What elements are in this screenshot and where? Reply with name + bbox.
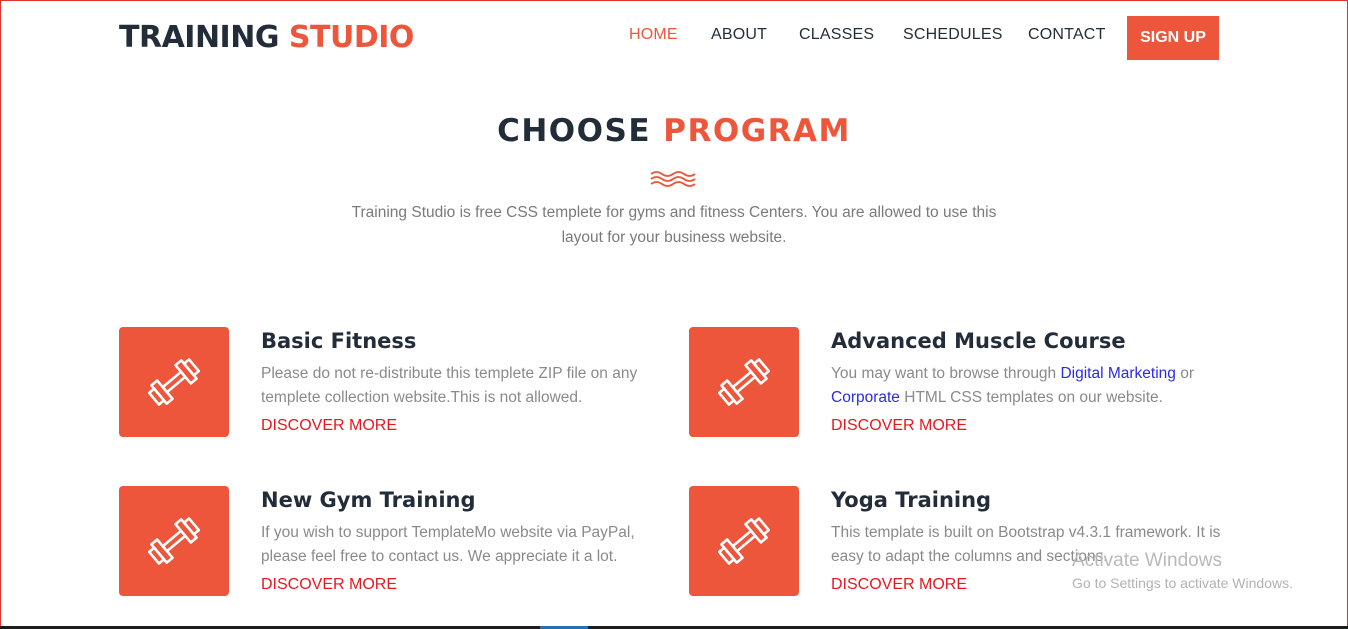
program-title: New Gym Training [261, 488, 476, 512]
program-tile [689, 486, 799, 596]
dumbbell-icon [148, 515, 200, 567]
program-desc-line: Corporate HTML CSS templates on our webs… [831, 386, 1221, 410]
activate-windows-subtitle: Go to Settings to activate Windows. [1072, 575, 1293, 591]
intro-line-1: Training Studio is free CSS templete for… [351, 204, 997, 221]
digital-marketing-link[interactable]: Digital Marketing [1060, 365, 1175, 382]
waves-icon [650, 171, 696, 187]
dumbbell-icon [718, 515, 770, 567]
discover-more-link[interactable]: DISCOVER MORE [831, 417, 967, 435]
program-card-new-gym: New Gym Training If you wish to support … [119, 486, 679, 598]
desc-text: or [1175, 365, 1195, 382]
desc-text: You may want to browse through [831, 365, 1061, 382]
program-description: If you wish to support TemplateMo websit… [261, 521, 651, 568]
activate-windows-title: Activate Windows [1072, 550, 1222, 571]
dumbbell-icon [718, 356, 770, 408]
discover-more-link[interactable]: DISCOVER MORE [831, 576, 967, 594]
discover-more-link[interactable]: DISCOVER MORE [261, 576, 397, 594]
section-intro: Training Studio is free CSS templete for… [334, 200, 1014, 250]
nav-classes[interactable]: CLASSES [799, 26, 874, 44]
nav-schedules[interactable]: SCHEDULES [903, 26, 1003, 44]
program-desc-line: This template is built on Bootstrap v4.3… [831, 524, 1221, 541]
section-title: CHOOSE PROGRAM [0, 112, 1348, 150]
intro-line-2: layout for your business website. [561, 229, 787, 246]
program-title: Yoga Training [831, 488, 992, 512]
program-tile [119, 486, 229, 596]
program-desc-line: please feel free to contact us. We appre… [261, 547, 618, 565]
program-tile [119, 327, 229, 437]
dumbbell-icon [148, 356, 200, 408]
desc-text: HTML CSS templates on our website. [899, 388, 1163, 406]
program-desc-line: You may want to browse through Digital M… [831, 362, 1221, 386]
program-card-advanced-muscle: Advanced Muscle Course You may want to b… [689, 327, 1249, 439]
corporate-link[interactable]: Corporate [831, 389, 900, 406]
program-description: Please do not re-distribute this templet… [261, 362, 651, 409]
signup-button[interactable]: SIGN UP [1127, 16, 1219, 60]
program-description: You may want to browse through Digital M… [831, 362, 1221, 409]
program-title: Basic Fitness [261, 329, 417, 353]
program-desc-line: Please do not re-distribute this templet… [261, 365, 638, 382]
discover-more-link[interactable]: DISCOVER MORE [261, 417, 397, 435]
program-desc-line: If you wish to support TemplateMo websit… [261, 524, 635, 541]
program-card-basic-fitness: Basic Fitness Please do not re-distribut… [119, 327, 679, 439]
nav-home[interactable]: HOME [629, 26, 678, 44]
section-title-choose: CHOOSE [497, 113, 651, 149]
program-tile [689, 327, 799, 437]
nav-about[interactable]: ABOUT [711, 26, 767, 44]
program-title: Advanced Muscle Course [831, 329, 1126, 353]
section-title-program: PROGRAM [663, 113, 851, 149]
program-desc-line: templete collection website.This is not … [261, 388, 583, 406]
nav-contact[interactable]: CONTACT [1028, 26, 1106, 44]
